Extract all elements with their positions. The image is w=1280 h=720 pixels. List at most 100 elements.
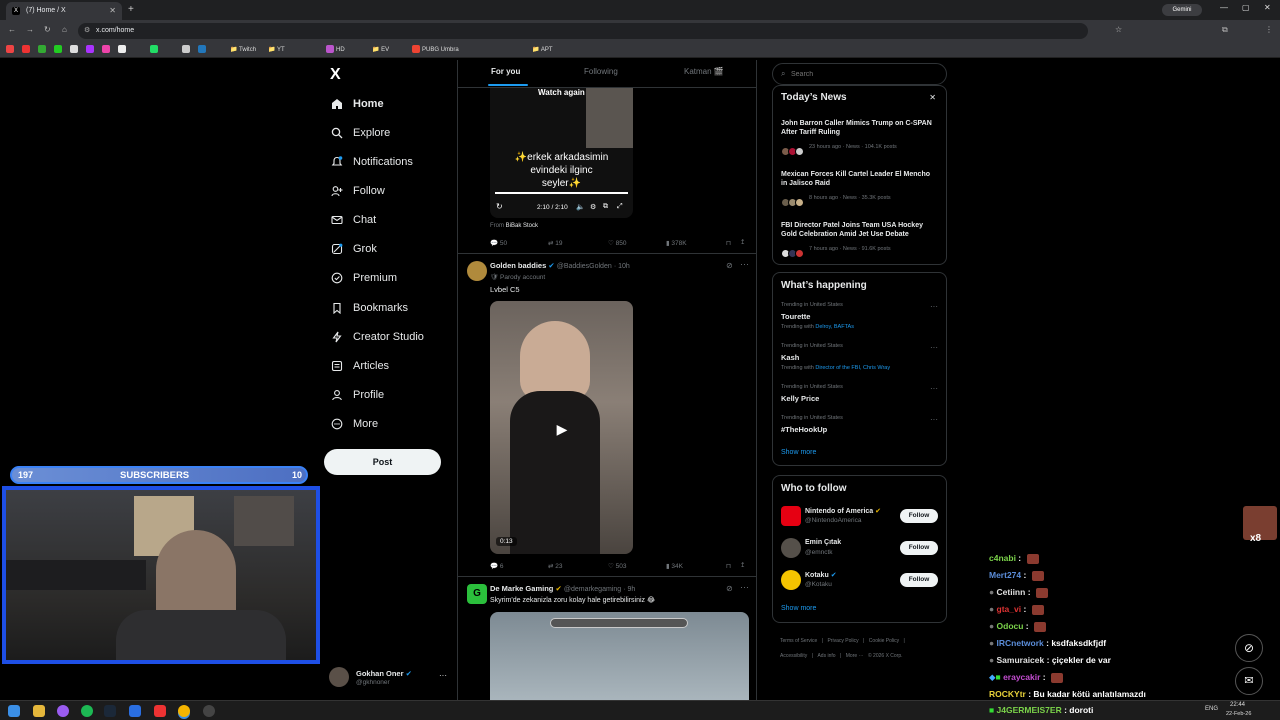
nav-bookmarks[interactable]: Bookmarks	[330, 297, 408, 319]
tab-for-you[interactable]: For you	[491, 67, 520, 76]
close-window-icon[interactable]: ✕	[1264, 3, 1271, 12]
nav-follow[interactable]: Follow	[330, 180, 385, 202]
gemini-button[interactable]: Gemini	[1162, 4, 1202, 16]
news-item-title[interactable]: John Barron Caller Mimics Trump on C-SPA…	[781, 119, 936, 137]
avatar[interactable]	[467, 261, 487, 281]
nav-profile[interactable]: Profile	[330, 384, 384, 406]
follow-suggestion-name[interactable]: Kotaku ✔	[805, 571, 837, 579]
show-more-link[interactable]: Show more	[781, 449, 816, 456]
nav-grok[interactable]: Grok	[330, 238, 377, 260]
site-info-icon[interactable]: ⚙	[84, 26, 90, 34]
settings-icon[interactable]: ⚙	[590, 203, 596, 211]
bookmark-favicon-icon[interactable]	[70, 45, 78, 54]
views-action[interactable]: ▮ 34K	[666, 562, 683, 570]
bookmark-favicon-icon[interactable]	[54, 45, 62, 54]
footer-link[interactable]: Privacy Policy	[827, 638, 858, 644]
trend-name[interactable]: #TheHookUp	[781, 425, 827, 434]
author-name[interactable]: Golden baddies	[490, 261, 546, 270]
trend-more-icon[interactable]: ···	[930, 384, 938, 393]
nav-explore[interactable]: Explore	[330, 122, 390, 144]
start-menu-icon[interactable]	[8, 705, 20, 717]
home-browser-icon[interactable]: ⌂	[62, 25, 67, 34]
new-tab-button[interactable]: +	[128, 4, 134, 15]
source-name[interactable]: BiBak Stock	[506, 223, 538, 229]
follow-suggestion-name[interactable]: Nintendo of America ✔	[805, 507, 881, 515]
repost-action[interactable]: ⇄ 23	[548, 562, 563, 570]
author-handle[interactable]: @demarkegaming	[564, 586, 621, 593]
views-action[interactable]: ▮ 378K	[666, 239, 687, 247]
nav-creator-studio[interactable]: Creator Studio	[330, 326, 424, 348]
search-box[interactable]: ⌕	[772, 63, 947, 85]
bookmark-favicon-icon[interactable]	[198, 45, 206, 54]
chrome-icon[interactable]	[178, 705, 190, 717]
bookmark-folder-twitch[interactable]: 📁 Twitch	[230, 45, 256, 55]
nav-notifications[interactable]: Notifications	[330, 151, 413, 173]
follow-button[interactable]: Follow	[900, 509, 938, 523]
trend-name[interactable]: Kelly Price	[781, 394, 819, 403]
show-more-link[interactable]: Show more	[781, 605, 816, 612]
pip-icon[interactable]: ⧉	[603, 203, 608, 211]
bookmark-folder-yt[interactable]: 📁 YT	[268, 45, 285, 55]
clock-date[interactable]: 22-Feb-26	[1226, 711, 1251, 717]
bookmark-folder-apt[interactable]: 📁 APT	[532, 45, 552, 55]
share-icon[interactable]: ↥	[740, 238, 745, 246]
video-player[interactable]: ▶ 0:13	[490, 301, 633, 554]
author-handle[interactable]: @BaddiesGolden	[557, 263, 612, 270]
tab-close-icon[interactable]: ✕	[109, 6, 116, 15]
bookmark-favicon-icon[interactable]	[6, 45, 14, 54]
trend-name[interactable]: Tourette	[781, 312, 810, 321]
footer-link[interactable]: Terms of Service	[780, 638, 817, 644]
spotify-icon[interactable]	[81, 705, 93, 717]
volume-icon[interactable]: 🔈	[576, 203, 585, 211]
trend-name[interactable]: Kash	[781, 353, 799, 362]
app-icon[interactable]	[129, 705, 141, 717]
bookmark-favicon-icon[interactable]	[118, 45, 126, 54]
bookmark-favicon-icon[interactable]	[102, 45, 110, 54]
x-logo-icon[interactable]: X	[330, 66, 341, 84]
maximize-icon[interactable]: ▢	[1242, 3, 1250, 12]
video-player[interactable]: Watch again ✨erkek arkadasimin evindeki …	[490, 88, 633, 218]
follow-suggestion-name[interactable]: Emin Çıtak	[805, 539, 841, 546]
nav-chat[interactable]: Chat	[330, 209, 376, 231]
nav-more[interactable]: More	[330, 413, 378, 435]
app-icon[interactable]	[154, 705, 166, 717]
trend-more-icon[interactable]: ···	[930, 302, 938, 311]
grok-post-icon[interactable]: ⊘	[726, 584, 733, 593]
nav-articles[interactable]: Articles	[330, 355, 389, 377]
avatar[interactable]: G	[467, 584, 487, 604]
trend-with-links[interactable]: Director of the FBI, Chris Wray	[815, 365, 890, 371]
trend-more-icon[interactable]: ···	[930, 415, 938, 424]
bookmark-favicon-icon[interactable]	[22, 45, 30, 54]
url-field[interactable]: ⚙ x.com/home	[78, 23, 1088, 39]
clock-time[interactable]: 22:44	[1230, 702, 1245, 708]
news-item-title[interactable]: Mexican Forces Kill Cartel Leader El Men…	[781, 170, 936, 188]
app-icon[interactable]	[57, 705, 69, 717]
video-progress-bar[interactable]	[495, 192, 628, 194]
footer-link[interactable]: Accessibility	[780, 653, 807, 659]
trend-more-icon[interactable]: ···	[930, 343, 938, 352]
obs-icon[interactable]	[203, 705, 215, 717]
bookmark-action-icon[interactable]: ⊓	[726, 562, 731, 570]
search-input[interactable]	[791, 68, 931, 80]
video-player[interactable]	[490, 612, 749, 700]
nav-home[interactable]: Home	[330, 93, 384, 115]
tab-katman[interactable]: Katman 🎬	[684, 67, 724, 76]
extensions-icon[interactable]: ⧉	[1222, 25, 1228, 35]
footer-link[interactable]: Cookie Policy	[869, 638, 899, 644]
like-action[interactable]: ♡ 850	[608, 239, 627, 247]
reply-action[interactable]: 💬 6	[490, 562, 504, 570]
post-more-icon[interactable]: ···	[740, 582, 749, 592]
language-indicator[interactable]: ENG	[1205, 706, 1218, 712]
bookmark-favicon-icon[interactable]	[150, 45, 158, 54]
bookmark-favicon-icon[interactable]	[86, 45, 94, 54]
watch-again-label[interactable]: Watch again	[538, 88, 585, 97]
browser-tab[interactable]: X (7) Home / X ✕	[6, 2, 122, 20]
bookmark-favicon-icon[interactable]	[38, 45, 46, 54]
messages-floating-icon[interactable]: ✉	[1235, 667, 1263, 695]
play-icon[interactable]: ▶	[552, 419, 572, 439]
footer-link[interactable]: More ···	[846, 653, 864, 659]
tab-following[interactable]: Following	[584, 67, 618, 76]
nav-premium[interactable]: Premium	[330, 267, 397, 289]
follow-button[interactable]: Follow	[900, 541, 938, 555]
trend-with-links[interactable]: Delroy, BAFTAs	[815, 324, 854, 330]
